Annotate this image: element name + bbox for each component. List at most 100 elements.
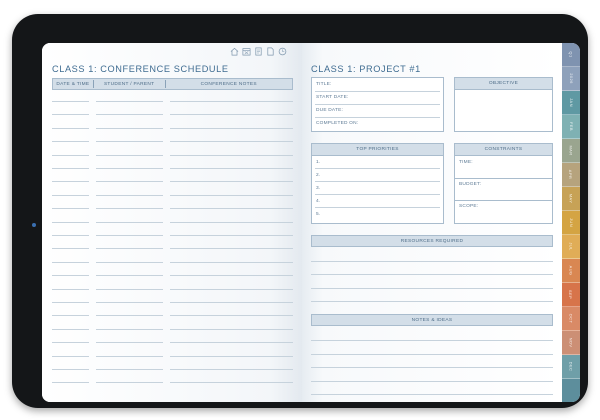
side-tab-label: DEC bbox=[568, 361, 574, 372]
schedule-row-line bbox=[170, 128, 293, 129]
schedule-row-line bbox=[52, 128, 89, 129]
schedule-row-line bbox=[52, 181, 89, 182]
notes-icon[interactable] bbox=[254, 47, 263, 56]
schedule-row-line bbox=[170, 141, 293, 142]
project-details-box[interactable]: TITLE: START DATE: DUE DATE: COMPLETED O… bbox=[311, 77, 444, 132]
side-tab[interactable]: Q1 bbox=[562, 43, 580, 67]
right-page: CLASS 1: PROJECT #1 TITLE: START DATE: D… bbox=[302, 43, 562, 402]
time-label: TIME: bbox=[459, 160, 473, 165]
notes-header: NOTES & IDEAS bbox=[311, 314, 553, 326]
schedule-row-line bbox=[170, 262, 293, 263]
schedule-row-line bbox=[96, 342, 163, 343]
schedule-row-line bbox=[170, 275, 293, 276]
home-icon[interactable] bbox=[230, 47, 239, 56]
top-priorities-box[interactable]: TOP PRIORITIES 1. 2. 3. 4. 5. bbox=[311, 143, 444, 224]
page-title-left: CLASS 1: CONFERENCE SCHEDULE bbox=[52, 64, 229, 74]
schedule-row-line bbox=[52, 275, 89, 276]
resource-line bbox=[311, 301, 553, 302]
schedule-row-line bbox=[52, 235, 89, 236]
top-priorities-header-label: TOP PRIORITIES bbox=[356, 147, 399, 152]
side-tab[interactable]: NOV bbox=[562, 331, 580, 355]
schedule-row-line bbox=[170, 329, 293, 330]
planner-toolbar bbox=[230, 47, 287, 56]
schedule-row-line bbox=[170, 315, 293, 316]
notes-header-label: NOTES & IDEAS bbox=[411, 317, 453, 323]
side-tab-label: APR bbox=[568, 169, 574, 180]
side-tab[interactable]: FEB bbox=[562, 115, 580, 139]
schedule-row-line bbox=[96, 315, 163, 316]
constraints-box[interactable]: CONSTRAINTS TIME: BUDGET: SCOPE: bbox=[454, 143, 553, 224]
schedule-row-line bbox=[170, 369, 293, 370]
budget-label: BUDGET: bbox=[459, 182, 482, 187]
schedule-row-line bbox=[52, 302, 89, 303]
side-tab[interactable]: SEP bbox=[562, 283, 580, 307]
priority-item: 1. bbox=[316, 160, 321, 165]
scope-label: SCOPE: bbox=[459, 204, 479, 209]
schedule-row-line bbox=[170, 168, 293, 169]
divider bbox=[315, 91, 440, 92]
schedule-row-line bbox=[52, 248, 89, 249]
schedule-row-line bbox=[52, 369, 89, 370]
resources-header: RESOURCES REQUIRED bbox=[311, 235, 553, 247]
clock-icon[interactable] bbox=[278, 47, 287, 56]
constraints-header-label: CONSTRAINTS bbox=[484, 147, 523, 152]
side-tab-label: SEP bbox=[568, 289, 574, 300]
objective-box[interactable]: OBJECTIVE bbox=[454, 77, 553, 132]
side-tab-label: JAN bbox=[568, 98, 574, 107]
schedule-row-line bbox=[52, 208, 89, 209]
schedule-row-line bbox=[96, 302, 163, 303]
side-tab-label: OCT bbox=[568, 313, 574, 324]
schedule-row-line bbox=[170, 235, 293, 236]
constraints-header: CONSTRAINTS bbox=[455, 144, 552, 156]
notes-line bbox=[311, 394, 553, 395]
side-tab[interactable]: JAN bbox=[562, 91, 580, 115]
schedule-row-line bbox=[96, 235, 163, 236]
priority-item: 3. bbox=[316, 186, 321, 191]
schedule-row-line bbox=[96, 141, 163, 142]
tablet-device: CLASS 1: CONFERENCE SCHEDULE DATE & TIME… bbox=[12, 14, 588, 408]
start-date-label: START DATE: bbox=[316, 95, 349, 100]
schedule-row-line bbox=[170, 342, 293, 343]
schedule-row-line bbox=[170, 222, 293, 223]
schedule-row-line bbox=[52, 262, 89, 263]
notes-line bbox=[311, 354, 553, 355]
side-tab[interactable]: JUL bbox=[562, 235, 580, 259]
schedule-row-line bbox=[170, 208, 293, 209]
divider bbox=[455, 200, 552, 201]
schedule-row-line bbox=[96, 208, 163, 209]
schedule-row-line bbox=[170, 302, 293, 303]
divider bbox=[315, 181, 440, 182]
side-tab[interactable]: DEC bbox=[562, 355, 580, 379]
priority-item: 5. bbox=[316, 212, 321, 217]
schedule-row-line bbox=[96, 275, 163, 276]
side-tab[interactable] bbox=[562, 379, 580, 402]
schedule-row-line bbox=[52, 155, 89, 156]
top-priorities-header: TOP PRIORITIES bbox=[312, 144, 443, 156]
resource-line bbox=[311, 274, 553, 275]
schedule-row-line bbox=[52, 101, 89, 102]
calendar-icon[interactable] bbox=[242, 47, 251, 56]
schedule-row-line bbox=[96, 222, 163, 223]
side-tab[interactable]: MAY bbox=[562, 187, 580, 211]
side-tab[interactable]: OCT bbox=[562, 307, 580, 331]
schedule-row-line bbox=[96, 128, 163, 129]
notes-line bbox=[311, 381, 553, 382]
schedule-row-line bbox=[52, 382, 89, 383]
side-tab-label: JUL bbox=[568, 242, 574, 251]
document-icon[interactable] bbox=[266, 47, 275, 56]
side-tab[interactable]: JUN bbox=[562, 211, 580, 235]
side-tab[interactable]: APR bbox=[562, 163, 580, 187]
side-tab-label: MAR bbox=[568, 145, 574, 156]
side-tab[interactable]: 2026 bbox=[562, 67, 580, 91]
schedule-row-line bbox=[96, 248, 163, 249]
schedule-row-line bbox=[96, 181, 163, 182]
schedule-row-line bbox=[96, 289, 163, 290]
priority-item: 2. bbox=[316, 173, 321, 178]
schedule-row-line bbox=[52, 222, 89, 223]
side-tab[interactable]: AUG bbox=[562, 259, 580, 283]
schedule-row-line bbox=[170, 114, 293, 115]
schedule-row-line bbox=[96, 382, 163, 383]
schedule-row-line bbox=[170, 289, 293, 290]
schedule-row-line bbox=[170, 101, 293, 102]
side-tab[interactable]: MAR bbox=[562, 139, 580, 163]
